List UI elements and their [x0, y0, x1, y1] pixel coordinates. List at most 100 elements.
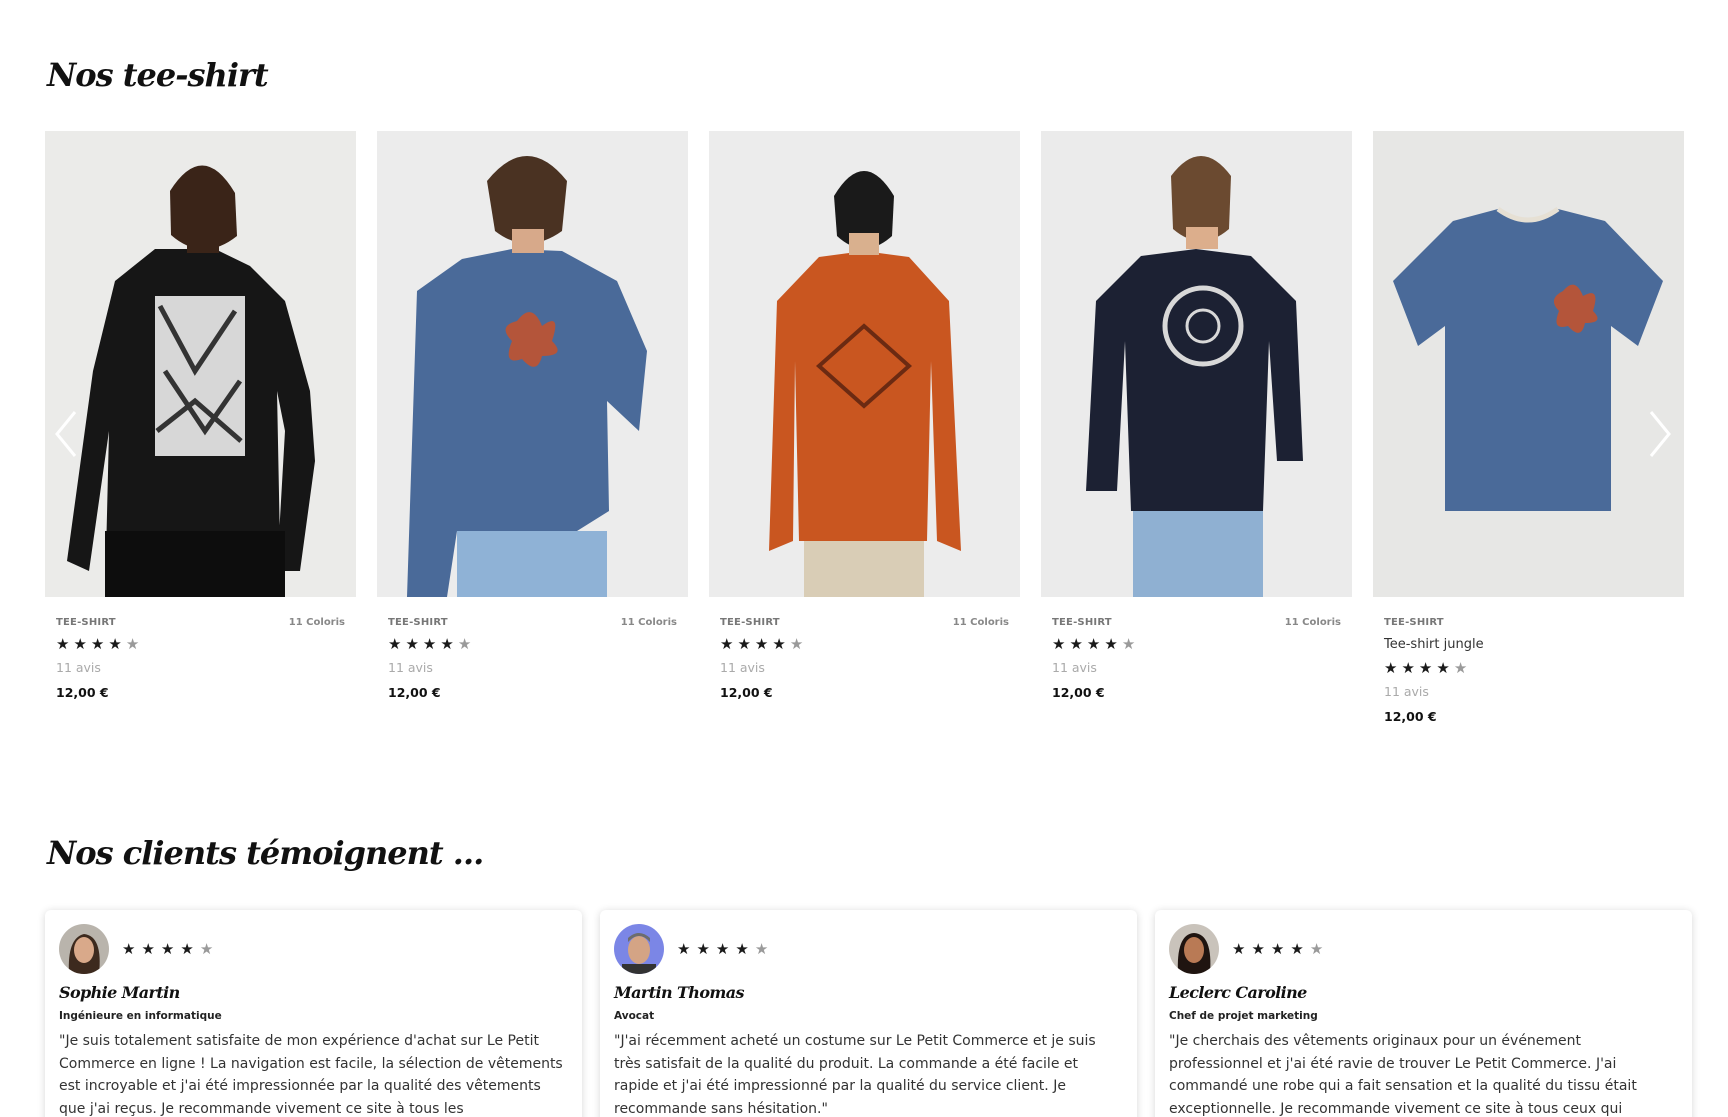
star-icon: ★ [90, 635, 105, 653]
star-icon: ★ [122, 940, 136, 958]
star-icon: ★ [1104, 635, 1118, 653]
star-icon: ★ [160, 940, 175, 958]
star-icon: ★ [1232, 940, 1246, 958]
product-rating: ★ ★ ★ ★ ★ [56, 637, 345, 652]
testimonial-role: Ingénieure en informatique [59, 1010, 222, 1022]
product-carousel: TEE-SHIRT 11 Coloris ★ ★ ★ ★ ★ 11 avis 1… [45, 131, 1684, 741]
testimonial-role: Avocat [614, 1010, 655, 1022]
product-image[interactable] [1041, 131, 1352, 597]
testimonial-text: "J'ai récemment acheté un costume sur Le… [614, 1033, 1096, 1117]
star-icon: ★ [737, 635, 751, 653]
avatar [1169, 924, 1219, 974]
product-colors-count[interactable]: 11 Coloris [621, 617, 677, 628]
testimonials-list: ★ ★ ★ ★ ★ Sophie Martin Ingénieure en in… [45, 910, 1692, 1117]
star-icon: ★ [125, 635, 140, 653]
product-category: TEE-SHIRT [56, 617, 116, 628]
avatar [614, 924, 664, 974]
testimonial-rating: ★ ★ ★ ★ ★ [1232, 940, 1323, 958]
product-image[interactable] [377, 131, 688, 597]
star-icon: ★ [789, 635, 804, 653]
product-category: TEE-SHIRT [1384, 617, 1444, 628]
star-icon: ★ [677, 940, 691, 958]
star-icon: ★ [180, 940, 194, 958]
product-reviews-count[interactable]: 11 avis [388, 660, 677, 675]
testimonial-card: ★ ★ ★ ★ ★ Martin Thomas Avocat "J'ai réc… [600, 910, 1137, 1117]
star-icon: ★ [754, 940, 769, 958]
product-image[interactable] [45, 131, 356, 597]
testimonial-rating: ★ ★ ★ ★ ★ [677, 940, 768, 958]
star-icon: ★ [405, 635, 419, 653]
product-rating: ★ ★ ★ ★ ★ [1052, 637, 1341, 652]
star-icon: ★ [1052, 635, 1066, 653]
product-reviews-count[interactable]: 11 avis [56, 660, 345, 675]
product-card[interactable]: TEE-SHIRT 11 Coloris ★ ★ ★ ★ ★ 11 avis 1… [45, 131, 356, 700]
star-icon: ★ [108, 635, 122, 653]
star-icon: ★ [1086, 635, 1101, 653]
product-card[interactable]: TEE-SHIRT 11 Coloris ★ ★ ★ ★ ★ 11 avis 1… [1041, 131, 1352, 700]
star-icon: ★ [199, 940, 214, 958]
product-price: 12,00 € [56, 685, 109, 700]
testimonial-card: ★ ★ ★ ★ ★ Leclerc Caroline Chef de proje… [1155, 910, 1692, 1117]
carousel-prev-button[interactable] [49, 406, 83, 462]
carousel-next-button[interactable] [1643, 406, 1677, 462]
product-card[interactable]: TEE-SHIRT Tee-shirt jungle ★ ★ ★ ★ ★ 11 … [1373, 131, 1684, 724]
testimonial-name: Sophie Martin [59, 983, 180, 1002]
product-price: 12,00 € [1384, 709, 1437, 724]
product-rating: ★ ★ ★ ★ ★ [1384, 661, 1673, 676]
testimonial-card: ★ ★ ★ ★ ★ Sophie Martin Ingénieure en in… [45, 910, 582, 1117]
star-icon: ★ [772, 635, 786, 653]
chevron-right-icon [1649, 411, 1671, 457]
star-icon: ★ [754, 635, 769, 653]
product-price: 12,00 € [388, 685, 441, 700]
star-icon: ★ [735, 940, 749, 958]
star-icon: ★ [1121, 635, 1136, 653]
testimonial-name: Martin Thomas [614, 983, 745, 1002]
product-image[interactable] [709, 131, 1020, 597]
star-icon: ★ [1290, 940, 1304, 958]
product-category: TEE-SHIRT [1052, 617, 1112, 628]
product-colors-count[interactable]: 11 Coloris [953, 617, 1009, 628]
product-category: TEE-SHIRT [388, 617, 448, 628]
testimonial-text: "Je suis totalement satisfaite de mon ex… [59, 1033, 563, 1117]
star-icon: ★ [1251, 940, 1265, 958]
product-colors-count[interactable]: 11 Coloris [289, 617, 345, 628]
star-icon: ★ [1401, 659, 1415, 677]
product-price: 12,00 € [1052, 685, 1105, 700]
product-reviews-count[interactable]: 11 avis [1384, 684, 1673, 699]
star-icon: ★ [1069, 635, 1083, 653]
star-icon: ★ [457, 635, 472, 653]
testimonial-rating: ★ ★ ★ ★ ★ [122, 940, 213, 958]
testimonial-role: Chef de projet marketing [1169, 1010, 1318, 1022]
star-icon: ★ [1270, 940, 1285, 958]
product-card[interactable]: TEE-SHIRT 11 Coloris ★ ★ ★ ★ ★ 11 avis 1… [377, 131, 688, 700]
star-icon: ★ [440, 635, 454, 653]
star-icon: ★ [1418, 659, 1433, 677]
product-rating: ★ ★ ★ ★ ★ [388, 637, 677, 652]
product-price: 12,00 € [720, 685, 773, 700]
testimonial-name: Leclerc Caroline [1169, 983, 1307, 1002]
product-reviews-count[interactable]: 11 avis [1052, 660, 1341, 675]
star-icon: ★ [56, 635, 70, 653]
product-card[interactable]: TEE-SHIRT 11 Coloris ★ ★ ★ ★ ★ 11 avis 1… [709, 131, 1020, 700]
reviews-section-title: Nos clients témoignent ... [47, 834, 484, 872]
product-image[interactable] [1373, 131, 1684, 597]
product-name[interactable]: Tee-shirt jungle [1384, 637, 1673, 652]
products-section-title: Nos tee-shirt [47, 56, 269, 94]
star-icon: ★ [1436, 659, 1450, 677]
product-category: TEE-SHIRT [720, 617, 780, 628]
star-icon: ★ [422, 635, 437, 653]
star-icon: ★ [1309, 940, 1324, 958]
testimonial-text: "Je cherchais des vêtements originaux po… [1169, 1033, 1637, 1117]
product-rating: ★ ★ ★ ★ ★ [720, 637, 1009, 652]
star-icon: ★ [720, 635, 734, 653]
star-icon: ★ [715, 940, 730, 958]
star-icon: ★ [388, 635, 402, 653]
product-reviews-count[interactable]: 11 avis [720, 660, 1009, 675]
star-icon: ★ [141, 940, 155, 958]
chevron-left-icon [55, 411, 77, 457]
star-icon: ★ [696, 940, 710, 958]
star-icon: ★ [73, 635, 87, 653]
avatar [59, 924, 109, 974]
star-icon: ★ [1453, 659, 1468, 677]
product-colors-count[interactable]: 11 Coloris [1285, 617, 1341, 628]
